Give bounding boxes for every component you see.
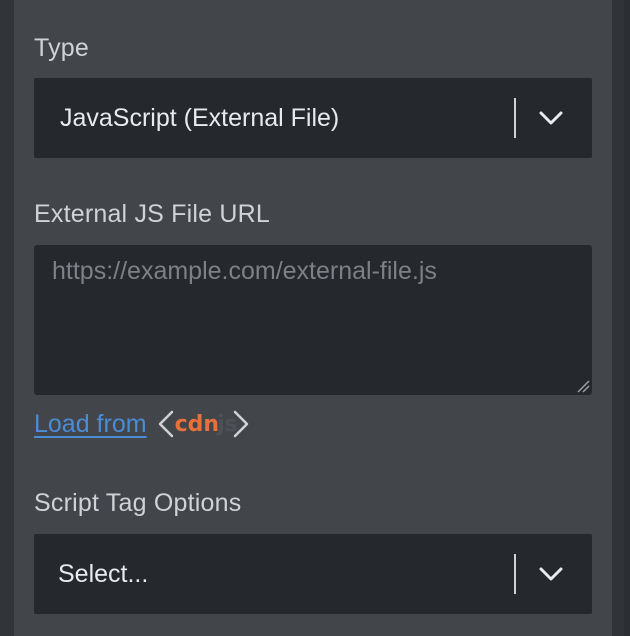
panel-scrollbar-track[interactable]	[612, 0, 630, 636]
script-tag-options-value: Select...	[58, 560, 149, 588]
script-tag-options-label: Script Tag Options	[34, 489, 242, 517]
load-from-row: Load from cdn js	[34, 404, 250, 444]
type-select-value: JavaScript (External File)	[60, 104, 340, 132]
script-tag-options-select[interactable]: Select...	[34, 534, 592, 614]
type-select[interactable]: JavaScript (External File)	[34, 78, 592, 158]
external-url-label: External JS File URL	[34, 200, 271, 228]
resize-grip-icon[interactable]	[576, 379, 590, 393]
angle-bracket-left-icon	[158, 410, 173, 438]
select-divider	[514, 554, 516, 594]
cdn-badge-text: cdn	[174, 411, 220, 437]
external-url-placeholder: https://example.com/external-file.js	[52, 257, 437, 285]
scrollbar-edge	[624, 0, 630, 636]
select-divider	[514, 98, 516, 138]
chevron-down-icon[interactable]	[536, 104, 566, 132]
type-label: Type	[34, 34, 89, 62]
left-gutter	[0, 0, 14, 636]
external-url-textarea[interactable]: https://example.com/external-file.js	[34, 245, 592, 395]
angle-bracket-right-icon	[233, 410, 248, 438]
load-from-link[interactable]: Load from	[34, 410, 147, 439]
cdnjs-badge[interactable]: cdn js	[157, 404, 250, 444]
chevron-down-icon[interactable]	[536, 560, 566, 588]
